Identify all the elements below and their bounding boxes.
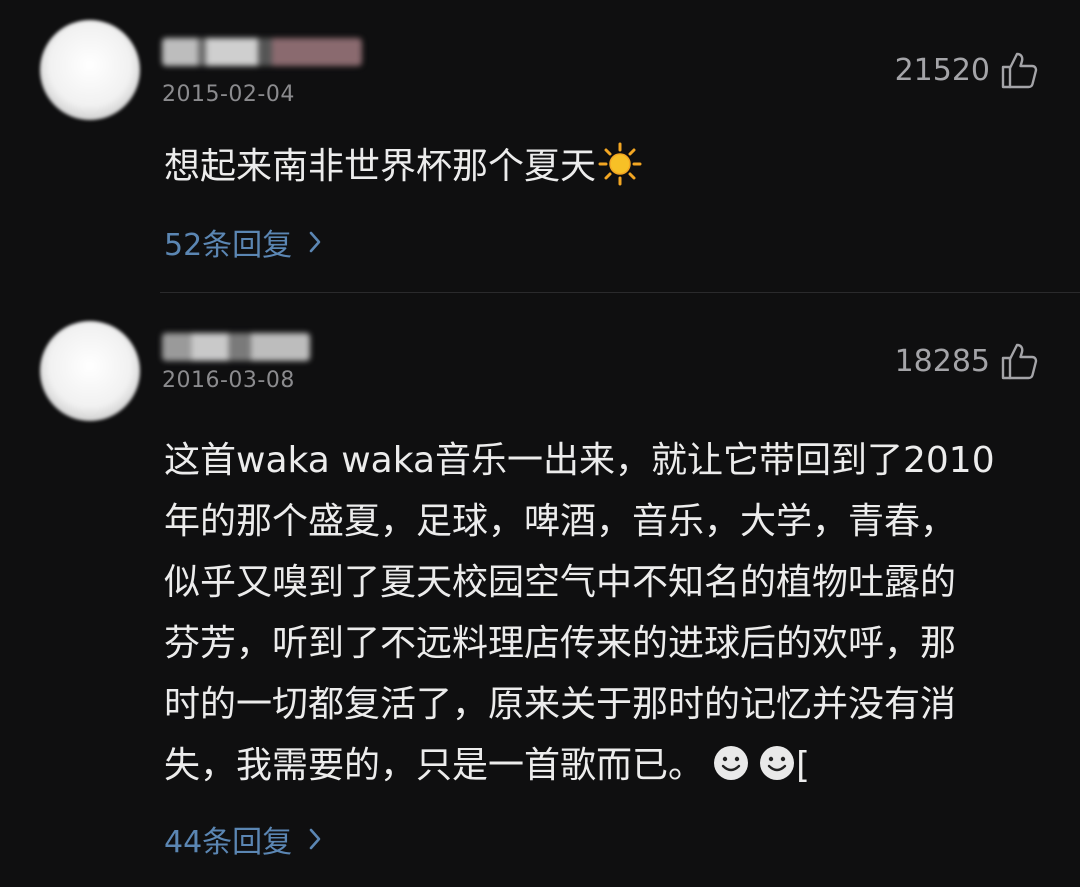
smile-icon — [714, 746, 749, 780]
comment-text-line: 这首waka waka音乐一出来，就让它带回到了2010 — [164, 440, 995, 481]
comment-text-line: 似乎又嗅到了夏天校园空气中不知名的植物吐露的 — [164, 562, 957, 603]
like-button[interactable]: 21520 — [895, 50, 1038, 90]
comment-text: 这首waka waka音乐一出来，就让它带回到了2010 年的那个盛夏，足球，啤… — [164, 430, 1044, 796]
comment-item: 2015-02-04 21520 想起来南非世界杯那个夏天 52条回复 — [0, 0, 1080, 292]
username-blurred[interactable] — [162, 38, 362, 66]
smile-icon — [760, 746, 795, 780]
chevron-right-icon — [309, 828, 321, 850]
comment-text-last-line: 失，我需要的，只是一首歌而已。 [ — [164, 735, 1044, 796]
view-replies-link[interactable]: 44条回复 — [164, 817, 322, 861]
comment-text-line: 年的那个盛夏，足球，啤酒，音乐，大学，青春， — [164, 501, 957, 542]
avatar[interactable] — [40, 321, 140, 421]
comment-date: 2015-02-04 — [162, 82, 295, 107]
like-count: 18285 — [894, 343, 990, 379]
trailing-bracket: [ — [796, 745, 811, 786]
thumbs-up-icon — [1001, 52, 1038, 89]
like-button[interactable]: 18285 — [895, 341, 1038, 381]
comment-text: 想起来南非世界杯那个夏天 — [164, 136, 1044, 197]
comment-text-line: 时的一切都复活了，原来关于那时的记忆并没有消 — [164, 684, 957, 725]
comment-text-line: 失，我需要的，只是一首歌而已。 — [164, 745, 705, 786]
like-count: 21520 — [894, 52, 990, 88]
chevron-right-icon — [309, 231, 321, 253]
sun-icon — [598, 142, 642, 186]
replies-count: 52条回复 — [164, 228, 293, 263]
comment-item: 2016-03-08 18285 这首waka waka音乐一出来，就让它带回到… — [0, 293, 1080, 887]
avatar[interactable] — [40, 20, 140, 120]
thumbs-up-icon — [1001, 343, 1038, 380]
comment-date: 2016-03-08 — [162, 368, 295, 393]
comment-text-line: 芬芳，听到了不远料理店传来的进球后的欢呼，那 — [164, 623, 957, 664]
comment-text-body: 想起来南非世界杯那个夏天 — [164, 146, 597, 187]
view-replies-link[interactable]: 52条回复 — [164, 220, 322, 264]
username-blurred[interactable] — [162, 333, 310, 361]
replies-count: 44条回复 — [164, 825, 293, 860]
